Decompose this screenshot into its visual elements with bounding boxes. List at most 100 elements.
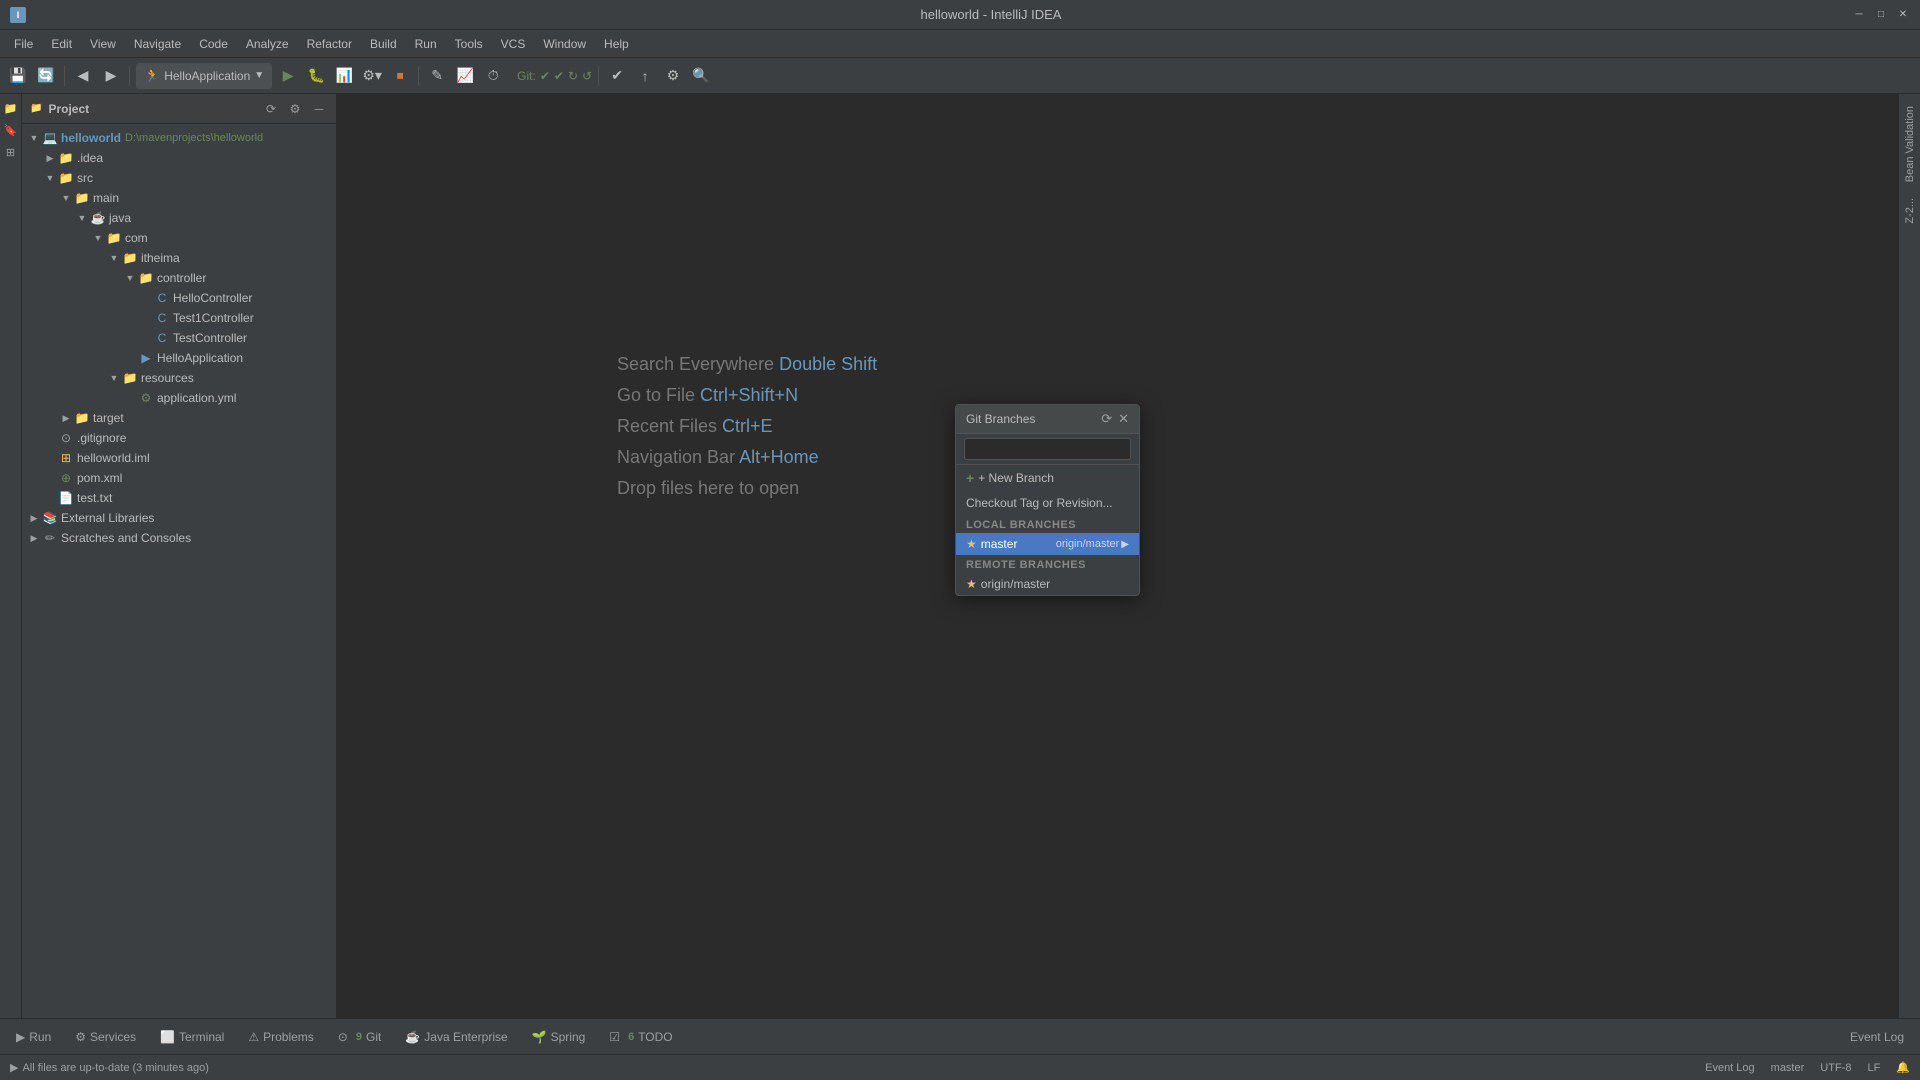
origin-master-name: origin/master bbox=[981, 577, 1050, 591]
menu-file[interactable]: File bbox=[6, 34, 41, 54]
stop-button[interactable]: ⏹ bbox=[388, 64, 412, 88]
git-commit-button[interactable]: ✔ bbox=[605, 64, 629, 88]
git-settings-button[interactable]: ⚙ bbox=[661, 64, 685, 88]
tree-main-label: main bbox=[93, 191, 119, 205]
menu-view[interactable]: View bbox=[82, 34, 124, 54]
git-check-icon: ✔ bbox=[540, 69, 550, 83]
synchronize-button[interactable]: 🔄 bbox=[34, 64, 58, 88]
tree-iml-label: helloworld.iml bbox=[77, 451, 150, 465]
debug-button[interactable]: 🐛 bbox=[304, 64, 328, 88]
structure-icon[interactable]: ⊞ bbox=[1, 142, 21, 162]
tree-item-gitignore[interactable]: ⊙ .gitignore bbox=[22, 428, 336, 448]
tree-item-src[interactable]: ▼ 📁 src bbox=[22, 168, 336, 188]
popup-refresh-button[interactable]: ⟳ bbox=[1101, 411, 1112, 427]
sync-panel-button[interactable]: ⟳ bbox=[262, 100, 280, 118]
maximize-button[interactable]: □ bbox=[1874, 8, 1888, 22]
tree-item-controller[interactable]: ▼ 📁 controller bbox=[22, 268, 336, 288]
tree-item-scratches[interactable]: ▶ ✏ Scratches and Consoles bbox=[22, 528, 336, 548]
more-run-options-button[interactable]: ⚙▾ bbox=[360, 64, 384, 88]
project-icon[interactable]: 📁 bbox=[1, 98, 21, 118]
tree-item-test-controller[interactable]: C TestController bbox=[22, 328, 336, 348]
tab-git[interactable]: ⊙ 9 Git bbox=[328, 1023, 392, 1051]
tree-root-path: D:\mavenprojects\helloworld bbox=[125, 132, 263, 144]
menu-code[interactable]: Code bbox=[191, 34, 236, 54]
menu-analyze[interactable]: Analyze bbox=[238, 34, 297, 54]
checkout-tag-item[interactable]: Checkout Tag or Revision... bbox=[956, 491, 1139, 515]
encoding-indicator[interactable]: UTF-8 bbox=[1820, 1062, 1851, 1074]
back-button[interactable]: ◀ bbox=[71, 64, 95, 88]
origin-master-item[interactable]: ★ origin/master bbox=[956, 573, 1139, 595]
menu-run[interactable]: Run bbox=[407, 34, 445, 54]
tab-services[interactable]: ⚙ Services bbox=[65, 1023, 146, 1051]
run-config-selector[interactable]: 🏃 HelloApplication ▼ bbox=[136, 63, 272, 89]
run-with-coverage-button[interactable]: 📊 bbox=[332, 64, 356, 88]
master-branch-item[interactable]: ★ master origin/master ▶ bbox=[956, 533, 1139, 555]
event-log-tab[interactable]: Event Log bbox=[1840, 1023, 1914, 1051]
toolbar: 💾 🔄 ◀ ▶ 🏃 HelloApplication ▼ ▶ 🐛 📊 ⚙▾ ⏹ … bbox=[0, 58, 1920, 94]
tree-item-com[interactable]: ▼ 📁 com bbox=[22, 228, 336, 248]
git-revert-icon: ↺ bbox=[582, 69, 592, 83]
tree-item-iml[interactable]: ⊞ helloworld.iml bbox=[22, 448, 336, 468]
menu-help[interactable]: Help bbox=[596, 34, 637, 54]
menu-refactor[interactable]: Refactor bbox=[299, 34, 360, 54]
save-all-button[interactable]: 💾 bbox=[6, 64, 30, 88]
menu-window[interactable]: Window bbox=[535, 34, 594, 54]
tree-hello-controller-label: HelloController bbox=[173, 291, 252, 305]
tree-item-resources[interactable]: ▼ 📁 resources bbox=[22, 368, 336, 388]
git-update-icon: ↻ bbox=[568, 69, 578, 83]
tree-item-main[interactable]: ▼ 📁 main bbox=[22, 188, 336, 208]
find-button[interactable]: 🔍 bbox=[689, 64, 713, 88]
terminal-tab-icon: ⬜ bbox=[160, 1030, 175, 1044]
new-branch-item[interactable]: + + New Branch bbox=[956, 465, 1139, 491]
tree-item-application-yml[interactable]: ⚙ application.yml bbox=[22, 388, 336, 408]
menu-tools[interactable]: Tools bbox=[447, 34, 491, 54]
popup-search-input[interactable] bbox=[964, 438, 1131, 460]
menu-build[interactable]: Build bbox=[362, 34, 405, 54]
project-panel: 📁 Project ⟳ ⚙ ─ ▼ 💻 helloworld D:\mavenp… bbox=[22, 94, 337, 1018]
forward-button[interactable]: ▶ bbox=[99, 64, 123, 88]
minimize-panel-button[interactable]: ─ bbox=[310, 100, 328, 118]
tab-terminal[interactable]: ⬜ Terminal bbox=[150, 1023, 234, 1051]
close-button[interactable]: ✕ bbox=[1896, 8, 1910, 22]
menu-navigate[interactable]: Navigate bbox=[126, 34, 189, 54]
menu-vcs[interactable]: VCS bbox=[493, 34, 534, 54]
bookmark-icon[interactable]: 🔖 bbox=[1, 120, 21, 140]
editor-hints: Search Everywhere Double Shift Go to Fil… bbox=[617, 354, 877, 509]
status-bar: ▶ All files are up-to-date (3 minutes ag… bbox=[0, 1054, 1920, 1080]
toolbar-separator-3 bbox=[418, 66, 419, 86]
edit-configs-button[interactable]: ✎ bbox=[425, 64, 449, 88]
project-root-icon: 💻 bbox=[42, 130, 58, 146]
run-button[interactable]: ▶ bbox=[276, 64, 300, 88]
profiler-button[interactable]: ⏱ bbox=[481, 64, 505, 88]
popup-close-button[interactable]: ✕ bbox=[1118, 411, 1129, 427]
branch-indicator[interactable]: master bbox=[1771, 1062, 1805, 1074]
tree-item-hello-controller[interactable]: C HelloController bbox=[22, 288, 336, 308]
status-left: ▶ All files are up-to-date (3 minutes ag… bbox=[10, 1061, 209, 1074]
bean-validation-tab[interactable]: Bean Validation bbox=[1902, 98, 1918, 190]
tree-item-test1-controller[interactable]: C Test1Controller bbox=[22, 308, 336, 328]
tab-problems[interactable]: ⚠ Problems bbox=[238, 1023, 323, 1051]
git-push-button[interactable]: ↑ bbox=[633, 64, 657, 88]
tree-arrow-com: ▼ bbox=[90, 230, 106, 246]
coverage-report-button[interactable]: 📈 bbox=[453, 64, 477, 88]
tab-todo[interactable]: ☑ 6 TODO bbox=[599, 1023, 682, 1051]
tree-item-testtxt[interactable]: 📄 test.txt bbox=[22, 488, 336, 508]
tree-item-target[interactable]: ▶ 📁 target bbox=[22, 408, 336, 428]
tab-run[interactable]: ▶ Run bbox=[6, 1023, 61, 1051]
tree-item-hello-app[interactable]: ▶ HelloApplication bbox=[22, 348, 336, 368]
tree-item-idea[interactable]: ▶ 📁 .idea bbox=[22, 148, 336, 168]
tree-item-java[interactable]: ▼ ☕ java bbox=[22, 208, 336, 228]
tab-spring[interactable]: 🌱 Spring bbox=[522, 1023, 596, 1051]
notifications-icon[interactable]: 🔔 bbox=[1896, 1061, 1910, 1074]
menu-edit[interactable]: Edit bbox=[43, 34, 80, 54]
tree-item-pom[interactable]: ⊕ pom.xml bbox=[22, 468, 336, 488]
z2-tab[interactable]: Z-2... bbox=[1902, 190, 1918, 232]
tree-idea-label: .idea bbox=[77, 151, 103, 165]
gear-panel-button[interactable]: ⚙ bbox=[286, 100, 304, 118]
tree-item-root[interactable]: ▼ 💻 helloworld D:\mavenprojects\hellowor… bbox=[22, 128, 336, 148]
minimize-button[interactable]: ─ bbox=[1852, 8, 1866, 22]
tree-item-external-libs[interactable]: ▶ 📚 External Libraries bbox=[22, 508, 336, 528]
tree-item-itheima[interactable]: ▼ 📁 itheima bbox=[22, 248, 336, 268]
lf-indicator[interactable]: LF bbox=[1867, 1062, 1880, 1074]
tab-java-enterprise[interactable]: ☕ Java Enterprise bbox=[395, 1023, 517, 1051]
